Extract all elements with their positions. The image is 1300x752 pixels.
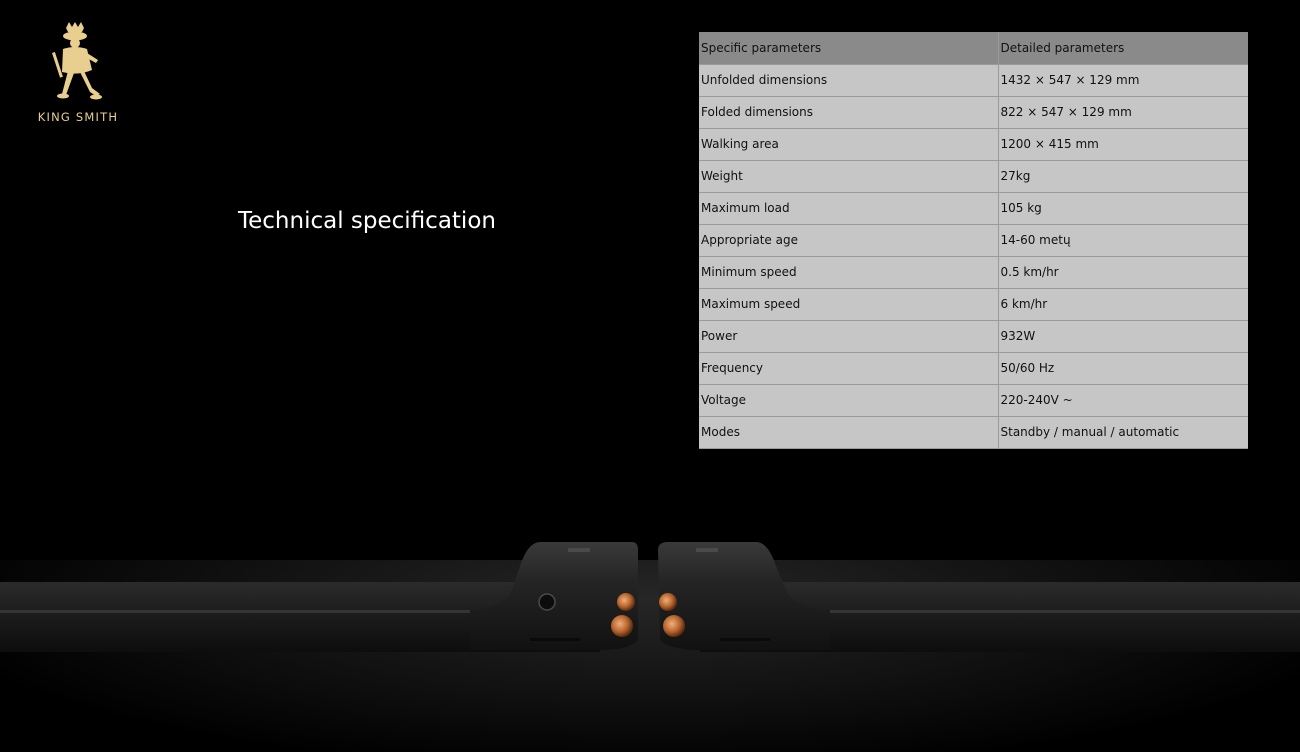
- table-header-row: Specific parameters Detailed parameters: [699, 32, 1248, 65]
- brand-name: KING SMITH: [37, 110, 119, 124]
- param-cell: Folded dimensions: [699, 96, 999, 129]
- column-header-specific: Specific parameters: [699, 32, 999, 65]
- param-cell: Weight: [699, 160, 999, 193]
- value-cell: 6 km/hr: [998, 288, 1248, 321]
- value-cell: 1200 × 415 mm: [998, 128, 1248, 161]
- table-row: Appropriate age 14-60 metų: [699, 224, 1248, 257]
- table-row: Power 932W: [699, 320, 1248, 353]
- value-cell: 220-240V ~: [998, 384, 1248, 417]
- page-title: Technical specification: [238, 208, 496, 234]
- param-cell: Appropriate age: [699, 224, 999, 257]
- table-row: Weight 27kg: [699, 160, 1248, 193]
- value-cell: 822 × 547 × 129 mm: [998, 96, 1248, 129]
- value-cell: 27kg: [998, 160, 1248, 193]
- table-row: Frequency 50/60 Hz: [699, 352, 1248, 385]
- table-row: Minimum speed 0.5 km/hr: [699, 256, 1248, 289]
- table-row: Maximum load 105 kg: [699, 192, 1248, 225]
- slide: KING SMITH Technical specification Speci…: [0, 0, 1300, 752]
- folded-walking-pad-image: [0, 542, 1300, 652]
- value-cell: 50/60 Hz: [998, 352, 1248, 385]
- king-figure-icon: [52, 22, 102, 100]
- param-cell: Voltage: [699, 384, 999, 417]
- param-cell: Frequency: [699, 352, 999, 385]
- table-row: Walking area 1200 × 415 mm: [699, 128, 1248, 161]
- param-cell: Maximum speed: [699, 288, 999, 321]
- param-cell: Modes: [699, 416, 999, 449]
- king-smith-logo: KING SMITH: [30, 22, 126, 126]
- value-cell: 1432 × 547 × 129 mm: [998, 64, 1248, 97]
- value-cell: 105 kg: [998, 192, 1248, 225]
- value-cell: Standby / manual / automatic: [998, 416, 1248, 449]
- param-cell: Unfolded dimensions: [699, 64, 999, 97]
- param-cell: Power: [699, 320, 999, 353]
- spec-table: Specific parameters Detailed parameters …: [699, 32, 1248, 449]
- value-cell: 0.5 km/hr: [998, 256, 1248, 289]
- param-cell: Walking area: [699, 128, 999, 161]
- table-row: Folded dimensions 822 × 547 × 129 mm: [699, 96, 1248, 129]
- param-cell: Minimum speed: [699, 256, 999, 289]
- column-header-detailed: Detailed parameters: [998, 32, 1248, 65]
- table-row: Unfolded dimensions 1432 × 547 × 129 mm: [699, 64, 1248, 97]
- table-row: Maximum speed 6 km/hr: [699, 288, 1248, 321]
- table-row: Modes Standby / manual / automatic: [699, 416, 1248, 449]
- value-cell: 14-60 metų: [998, 224, 1248, 257]
- table-row: Voltage 220-240V ~: [699, 384, 1248, 417]
- value-cell: 932W: [998, 320, 1248, 353]
- param-cell: Maximum load: [699, 192, 999, 225]
